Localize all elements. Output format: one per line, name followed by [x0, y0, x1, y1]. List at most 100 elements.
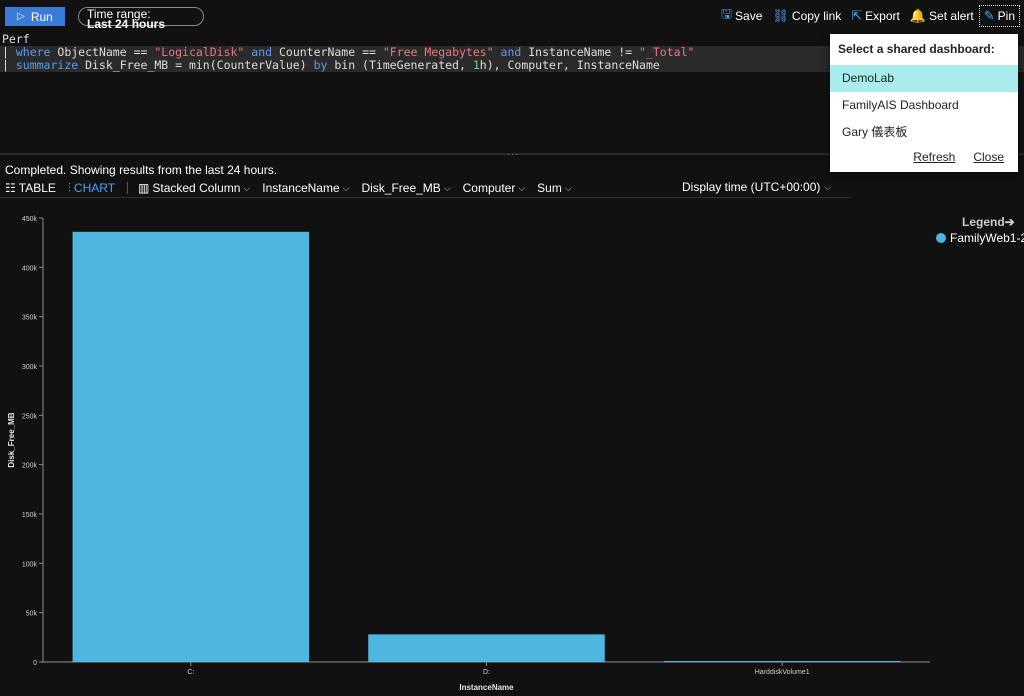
legend-toggle-icon: ➔ [1004, 215, 1015, 229]
chart-bar [72, 231, 310, 662]
set-alert-button[interactable]: 🔔 Set alert [905, 5, 979, 27]
x-tick-label: D: [483, 669, 490, 676]
y-tick-label: 450k [22, 216, 38, 223]
y-axis-label: Disk_Free_MB [361, 181, 441, 195]
pin-label: Pin [997, 9, 1015, 23]
query-keyword: by [313, 58, 328, 72]
set-alert-label: Set alert [929, 9, 974, 23]
y-tick-label: 300k [22, 364, 38, 371]
run-button[interactable]: ▷ Run [5, 7, 65, 26]
query-text: InstanceName != [521, 45, 640, 59]
tab-chart[interactable]: ⫶ CHART [68, 181, 115, 196]
y-tick-label: 0 [33, 660, 37, 667]
pin-dashboard-menu: Select a shared dashboard: DemoLab Famil… [830, 34, 1018, 172]
toolbar-actions: 🖫 Save ⛓ Copy link ⇱ Export 🔔 Set alert … [716, 5, 1020, 27]
y-tick-label: 150k [22, 512, 38, 519]
y-tick-label: 400k [22, 265, 38, 272]
tab-chart-label: CHART [73, 181, 116, 195]
query-text: Disk_Free_MB = min(CounterValue) [78, 58, 314, 72]
query-string: "LogicalDisk" [154, 45, 245, 59]
query-keyword: and [244, 45, 273, 59]
drag-handle-icon: ··· [507, 149, 519, 159]
query-toolbar: ▷ Run Time range: Last 24 hours 🖫 Save ⛓… [0, 0, 1024, 33]
x-axis-label: InstanceName [262, 181, 340, 195]
query-text: | [2, 45, 16, 59]
time-range-value: Last 24 hours [87, 17, 166, 31]
aggregation-dropdown[interactable]: Sum ⌵ [537, 181, 572, 195]
legend-title[interactable]: Legend➔ [962, 215, 1015, 229]
legend-swatch [936, 233, 946, 243]
stacked-column-icon: ▥ [138, 181, 150, 195]
divider [0, 197, 850, 198]
pin-button[interactable]: ✎ Pin [978, 5, 1020, 27]
query-string: "_Total" [639, 45, 695, 59]
y-tick-label: 200k [22, 463, 38, 470]
results-toolbar: ☷ TABLE ⫶ CHART ▥ Stacked Column ⌵ Insta… [5, 180, 584, 196]
display-time-label: Display time (UTC+00:00) [682, 180, 821, 194]
query-keyword: summarize [15, 58, 79, 72]
x-tick-label: HarddiskVolume1 [755, 669, 810, 676]
split-by-label: Computer [462, 181, 516, 195]
link-icon: ⛓ [772, 8, 789, 23]
query-keyword: and [493, 45, 522, 59]
bell-icon: 🔔 [909, 8, 927, 23]
tab-table-label: TABLE [18, 181, 56, 195]
display-time-dropdown[interactable]: Display time (UTC+00:00) ⌵ [682, 180, 831, 194]
chevron-down-icon: ⌵ [243, 182, 251, 193]
y-axis-dropdown[interactable]: Disk_Free_MB ⌵ [361, 181, 450, 195]
query-text: Perf [2, 32, 30, 46]
chart-icon: ⫶ [67, 180, 71, 195]
export-icon: ⇱ [851, 8, 863, 23]
chart-type-label: Stacked Column [152, 181, 241, 195]
dashboard-option-familyais[interactable]: FamilyAIS Dashboard [830, 92, 1018, 119]
y-tick-label: 50k [26, 611, 38, 618]
copy-link-label: Copy link [791, 9, 842, 23]
y-axis-title: Disk_Free_MB [7, 412, 16, 467]
time-range-picker[interactable]: Time range: Last 24 hours [78, 7, 204, 31]
export-label: Export [865, 9, 900, 23]
divider [127, 182, 129, 194]
chart-bar [368, 634, 605, 662]
x-axis-dropdown[interactable]: InstanceName ⌵ [262, 181, 349, 195]
y-tick-label: 250k [22, 413, 38, 420]
pin-menu-links: Refresh Close [913, 150, 1004, 164]
query-string: "Free Megabytes" [382, 45, 494, 59]
bar-chart: 0 50k 100k 150k 200k 250k 300k 350k 400k 450k C: D:… [7, 216, 930, 692]
query-keyword: where [15, 45, 51, 59]
aggregation-label: Sum [537, 181, 562, 195]
save-button[interactable]: 🖫 Save [716, 5, 767, 27]
table-icon: ☷ [5, 181, 16, 195]
chevron-down-icon: ⌵ [342, 182, 350, 193]
results-status: Completed. Showing results from the last… [5, 163, 278, 177]
chevron-down-icon: ⌵ [518, 182, 526, 193]
save-label: Save [735, 9, 763, 23]
y-tick-label: 350k [22, 315, 38, 322]
close-link[interactable]: Close [973, 150, 1004, 164]
tab-table[interactable]: ☷ TABLE [5, 181, 56, 195]
legend-item-label: FamilyWeb1-2 [950, 231, 1024, 245]
save-icon: 🖫 [720, 6, 733, 21]
split-by-dropdown[interactable]: Computer ⌵ [463, 181, 526, 195]
query-text: CounterName == [272, 45, 383, 59]
query-text: | [2, 58, 16, 72]
query-number: 1 [472, 58, 480, 72]
play-icon: ▷ [17, 11, 25, 22]
refresh-link[interactable]: Refresh [913, 150, 955, 164]
x-axis-title: InstanceName [459, 683, 514, 692]
chart-type-dropdown[interactable]: ▥ Stacked Column ⌵ [138, 181, 250, 195]
chevron-down-icon: ⌵ [443, 182, 451, 193]
query-text: ObjectName == [50, 45, 155, 59]
chart-bar [663, 661, 901, 663]
legend-item[interactable]: FamilyWeb1-2 [936, 231, 1024, 245]
chevron-down-icon: ⌵ [564, 182, 572, 193]
export-button[interactable]: ⇱ Export [846, 5, 905, 27]
query-text: h), Computer, InstanceName [479, 58, 660, 72]
copy-link-button[interactable]: ⛓ Copy link [767, 5, 846, 27]
run-label: Run [30, 9, 53, 24]
dashboard-option-gary[interactable]: Gary 儀表板 [830, 119, 1018, 146]
query-text: bin (TimeGenerated, [327, 58, 473, 72]
pin-menu-title: Select a shared dashboard: [838, 42, 995, 56]
chevron-down-icon: ⌵ [824, 181, 832, 192]
pin-icon: ✎ [983, 8, 995, 23]
dashboard-option-demolab[interactable]: DemoLab [830, 65, 1018, 92]
